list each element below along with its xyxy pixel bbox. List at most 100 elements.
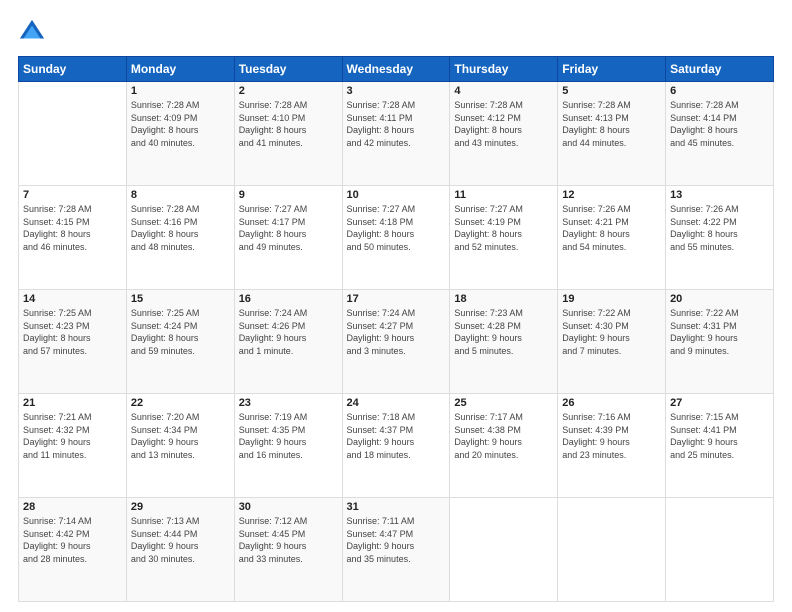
day-number: 15 <box>131 293 230 305</box>
day-number: 16 <box>239 293 338 305</box>
day-info: Sunrise: 7:15 AM Sunset: 4:41 PM Dayligh… <box>670 411 769 461</box>
day-number: 18 <box>454 293 553 305</box>
day-info: Sunrise: 7:28 AM Sunset: 4:09 PM Dayligh… <box>131 99 230 149</box>
day-number: 22 <box>131 397 230 409</box>
day-number: 6 <box>670 85 769 97</box>
day-info: Sunrise: 7:25 AM Sunset: 4:24 PM Dayligh… <box>131 307 230 357</box>
day-number: 12 <box>562 189 661 201</box>
day-info: Sunrise: 7:12 AM Sunset: 4:45 PM Dayligh… <box>239 515 338 565</box>
weekday-header-monday: Monday <box>126 57 234 82</box>
day-number: 31 <box>347 501 446 513</box>
calendar-cell: 22Sunrise: 7:20 AM Sunset: 4:34 PM Dayli… <box>126 394 234 498</box>
calendar-cell: 14 Sunrise: 7:25 AM Sunset: 4:23 PM Dayli… <box>19 290 127 394</box>
calendar-header: SundayMondayTuesdayWednesdayThursdayFrid… <box>19 57 774 82</box>
day-number: 27 <box>670 397 769 409</box>
calendar-week-5: 28Sunrise: 7:14 AM Sunset: 4:42 PM Dayli… <box>19 498 774 602</box>
day-info: Sunrise: 7:28 AM Sunset: 4:11 PM Dayligh… <box>347 99 446 149</box>
day-number: 1 <box>131 85 230 97</box>
calendar-cell: 13 Sunrise: 7:26 AM Sunset: 4:22 PM Dayli… <box>666 186 774 290</box>
calendar-week-1: 1 Sunrise: 7:28 AM Sunset: 4:09 PM Daylig… <box>19 82 774 186</box>
calendar-cell: 29 Sunrise: 7:13 AM Sunset: 4:44 PM Dayli… <box>126 498 234 602</box>
day-number: 21 <box>23 397 122 409</box>
calendar-cell: 16 Sunrise: 7:24 AM Sunset: 4:26 PM Dayli… <box>234 290 342 394</box>
calendar-cell: 20 Sunrise: 7:22 AM Sunset: 4:31 PM Dayli… <box>666 290 774 394</box>
calendar-cell: 30 Sunrise: 7:12 AM Sunset: 4:45 PM Dayli… <box>234 498 342 602</box>
day-info: Sunrise: 7:28 AM Sunset: 4:10 PM Dayligh… <box>239 99 338 149</box>
calendar-cell: 19 Sunrise: 7:22 AM Sunset: 4:30 PM Dayli… <box>558 290 666 394</box>
calendar-cell: 23 Sunrise: 7:19 AM Sunset: 4:35 PM Dayli… <box>234 394 342 498</box>
day-info: Sunrise: 7:28 AM Sunset: 4:16 PM Dayligh… <box>131 203 230 253</box>
day-number: 24 <box>347 397 446 409</box>
day-info: Sunrise: 7:28 AM Sunset: 4:15 PM Dayligh… <box>23 203 122 253</box>
weekday-header-sunday: Sunday <box>19 57 127 82</box>
weekday-header-thursday: Thursday <box>450 57 558 82</box>
day-number: 26 <box>562 397 661 409</box>
day-number: 13 <box>670 189 769 201</box>
calendar-cell: 2Sunrise: 7:28 AM Sunset: 4:10 PM Daylig… <box>234 82 342 186</box>
day-info: Sunrise: 7:16 AM Sunset: 4:39 PM Dayligh… <box>562 411 661 461</box>
day-info: Sunrise: 7:21 AM Sunset: 4:32 PM Dayligh… <box>23 411 122 461</box>
day-number: 25 <box>454 397 553 409</box>
calendar-cell: 5Sunrise: 7:28 AM Sunset: 4:13 PM Daylig… <box>558 82 666 186</box>
calendar-week-2: 7 Sunrise: 7:28 AM Sunset: 4:15 PM Daylig… <box>19 186 774 290</box>
weekday-header-tuesday: Tuesday <box>234 57 342 82</box>
calendar-cell <box>558 498 666 602</box>
calendar-week-4: 21 Sunrise: 7:21 AM Sunset: 4:32 PM Dayli… <box>19 394 774 498</box>
calendar-cell: 4Sunrise: 7:28 AM Sunset: 4:12 PM Daylig… <box>450 82 558 186</box>
calendar-cell: 17 Sunrise: 7:24 AM Sunset: 4:27 PM Dayli… <box>342 290 450 394</box>
day-number: 20 <box>670 293 769 305</box>
weekday-header-row: SundayMondayTuesdayWednesdayThursdayFrid… <box>19 57 774 82</box>
day-number: 14 <box>23 293 122 305</box>
weekday-header-saturday: Saturday <box>666 57 774 82</box>
calendar-cell <box>450 498 558 602</box>
day-number: 7 <box>23 189 122 201</box>
calendar-cell: 6 Sunrise: 7:28 AM Sunset: 4:14 PM Daylig… <box>666 82 774 186</box>
day-info: Sunrise: 7:24 AM Sunset: 4:26 PM Dayligh… <box>239 307 338 357</box>
day-number: 17 <box>347 293 446 305</box>
calendar-cell: 28Sunrise: 7:14 AM Sunset: 4:42 PM Dayli… <box>19 498 127 602</box>
day-info: Sunrise: 7:26 AM Sunset: 4:22 PM Dayligh… <box>670 203 769 253</box>
day-info: Sunrise: 7:22 AM Sunset: 4:30 PM Dayligh… <box>562 307 661 357</box>
day-number: 10 <box>347 189 446 201</box>
day-info: Sunrise: 7:27 AM Sunset: 4:19 PM Dayligh… <box>454 203 553 253</box>
day-info: Sunrise: 7:27 AM Sunset: 4:18 PM Dayligh… <box>347 203 446 253</box>
day-number: 3 <box>347 85 446 97</box>
calendar-cell: 11 Sunrise: 7:27 AM Sunset: 4:19 PM Dayli… <box>450 186 558 290</box>
day-info: Sunrise: 7:13 AM Sunset: 4:44 PM Dayligh… <box>131 515 230 565</box>
day-info: Sunrise: 7:27 AM Sunset: 4:17 PM Dayligh… <box>239 203 338 253</box>
calendar-cell: 8 Sunrise: 7:28 AM Sunset: 4:16 PM Daylig… <box>126 186 234 290</box>
day-number: 4 <box>454 85 553 97</box>
day-number: 8 <box>131 189 230 201</box>
calendar-cell: 21 Sunrise: 7:21 AM Sunset: 4:32 PM Dayli… <box>19 394 127 498</box>
weekday-header-wednesday: Wednesday <box>342 57 450 82</box>
day-info: Sunrise: 7:19 AM Sunset: 4:35 PM Dayligh… <box>239 411 338 461</box>
calendar-cell <box>666 498 774 602</box>
logo <box>18 18 50 46</box>
day-info: Sunrise: 7:18 AM Sunset: 4:37 PM Dayligh… <box>347 411 446 461</box>
calendar-cell: 7 Sunrise: 7:28 AM Sunset: 4:15 PM Daylig… <box>19 186 127 290</box>
day-info: Sunrise: 7:26 AM Sunset: 4:21 PM Dayligh… <box>562 203 661 253</box>
calendar-cell: 9 Sunrise: 7:27 AM Sunset: 4:17 PM Daylig… <box>234 186 342 290</box>
day-number: 9 <box>239 189 338 201</box>
page: SundayMondayTuesdayWednesdayThursdayFrid… <box>0 0 792 612</box>
day-number: 29 <box>131 501 230 513</box>
day-number: 30 <box>239 501 338 513</box>
day-number: 11 <box>454 189 553 201</box>
calendar-cell: 26 Sunrise: 7:16 AM Sunset: 4:39 PM Dayli… <box>558 394 666 498</box>
day-number: 19 <box>562 293 661 305</box>
logo-icon <box>18 18 46 46</box>
day-info: Sunrise: 7:28 AM Sunset: 4:14 PM Dayligh… <box>670 99 769 149</box>
calendar-week-3: 14 Sunrise: 7:25 AM Sunset: 4:23 PM Dayli… <box>19 290 774 394</box>
day-info: Sunrise: 7:22 AM Sunset: 4:31 PM Dayligh… <box>670 307 769 357</box>
calendar-cell <box>19 82 127 186</box>
calendar-cell: 3 Sunrise: 7:28 AM Sunset: 4:11 PM Daylig… <box>342 82 450 186</box>
day-info: Sunrise: 7:24 AM Sunset: 4:27 PM Dayligh… <box>347 307 446 357</box>
calendar-cell: 15 Sunrise: 7:25 AM Sunset: 4:24 PM Dayli… <box>126 290 234 394</box>
day-info: Sunrise: 7:25 AM Sunset: 4:23 PM Dayligh… <box>23 307 122 357</box>
calendar-cell: 24 Sunrise: 7:18 AM Sunset: 4:37 PM Dayli… <box>342 394 450 498</box>
calendar-cell: 10 Sunrise: 7:27 AM Sunset: 4:18 PM Dayli… <box>342 186 450 290</box>
calendar-cell: 1 Sunrise: 7:28 AM Sunset: 4:09 PM Daylig… <box>126 82 234 186</box>
calendar-cell: 27 Sunrise: 7:15 AM Sunset: 4:41 PM Dayli… <box>666 394 774 498</box>
header <box>18 18 774 46</box>
day-number: 23 <box>239 397 338 409</box>
